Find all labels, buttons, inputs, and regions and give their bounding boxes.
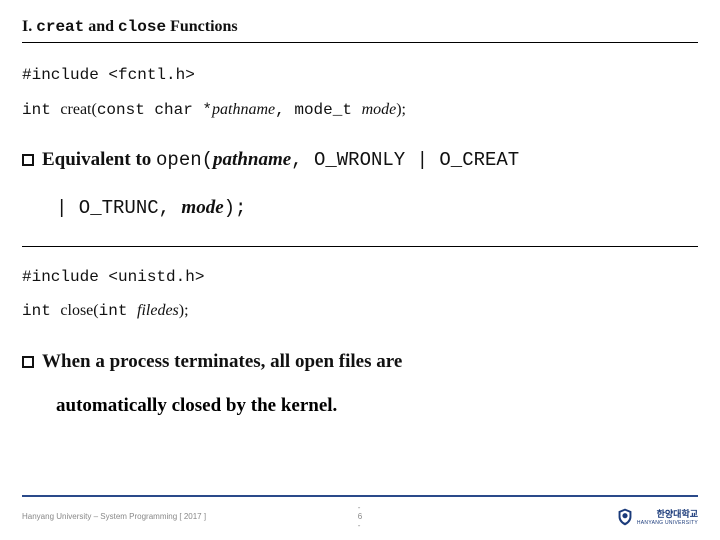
slide: I. creat and close Functions #include <f… [0, 0, 720, 540]
proto2-arg1: filedes [137, 302, 179, 319]
bullet1-lead: Equivalent to [42, 149, 156, 170]
footer: Hanyang University – System Programming … [22, 495, 698, 530]
bullet1c-m2: ); [224, 197, 247, 219]
bullet-terminate-cont: automatically closed by the kernel. [56, 395, 698, 417]
bullet1-open: open( [156, 149, 213, 171]
university-logo: 한양대학교 HANYANG UNIVERSITY [617, 507, 698, 526]
proto1-kw3: , mode_t [275, 101, 361, 119]
bullet-square-icon [22, 154, 34, 166]
slide-title: I. creat and close Functions [22, 18, 698, 43]
bullet-terminate: When a process terminates, all open file… [22, 343, 698, 381]
bullet-equivalent-cont: | O_TRUNC, mode); [56, 193, 698, 223]
proto2-kw2: int [99, 302, 137, 320]
proto1-arg1: pathname [212, 101, 275, 118]
bullet1c-m1: | O_TRUNC, [56, 197, 181, 219]
bullet-square-icon-2 [22, 356, 34, 368]
proto1-kw1: int [22, 101, 60, 119]
bullet-equivalent: Equivalent to open(pathname, O_WRONLY | … [22, 141, 698, 179]
title-and: and [84, 18, 118, 35]
bullet1c-arg: mode [181, 197, 223, 218]
include-line-1: #include <fcntl.h> [22, 63, 698, 89]
include-line-2: #include <unistd.h> [22, 265, 698, 291]
bullet1-arg: pathname [213, 149, 291, 170]
title-rest: Functions [166, 18, 238, 35]
prototype-creat: int creat(const char *pathname, mode_t m… [22, 97, 698, 124]
bullet2-text: When a process terminates, all open file… [42, 351, 402, 372]
proto1-kw4: ); [396, 101, 406, 118]
title-mono-close: close [118, 18, 166, 36]
proto2-fn: close( [60, 302, 98, 319]
include-fcntl: #include <fcntl.h> int creat(const char … [22, 63, 698, 123]
footer-right: 한양대학교 HANYANG UNIVERSITY [362, 507, 698, 526]
logo-text-wrap: 한양대학교 HANYANG UNIVERSITY [637, 507, 698, 526]
prototype-close: int close(int filedes); [22, 298, 698, 325]
title-mono-creat: creat [36, 18, 84, 36]
logo-korean: 한양대학교 [657, 509, 698, 519]
proto1-fn: creat( [60, 101, 96, 118]
bullet1-flags: , O_WRONLY | O_CREAT [291, 149, 519, 171]
logo-english: HANYANG UNIVERSITY [637, 520, 698, 526]
proto1-arg2: mode [362, 101, 397, 118]
include-unistd: #include <unistd.h> int close(int filede… [22, 265, 698, 325]
proto2-kw3: ); [179, 302, 189, 319]
footer-left: Hanyang University – System Programming … [22, 512, 358, 521]
shield-icon [617, 508, 633, 526]
separator [22, 246, 698, 247]
title-roman: I. [22, 18, 36, 35]
proto1-kw2: const char * [97, 101, 212, 119]
proto2-kw1: int [22, 302, 60, 320]
